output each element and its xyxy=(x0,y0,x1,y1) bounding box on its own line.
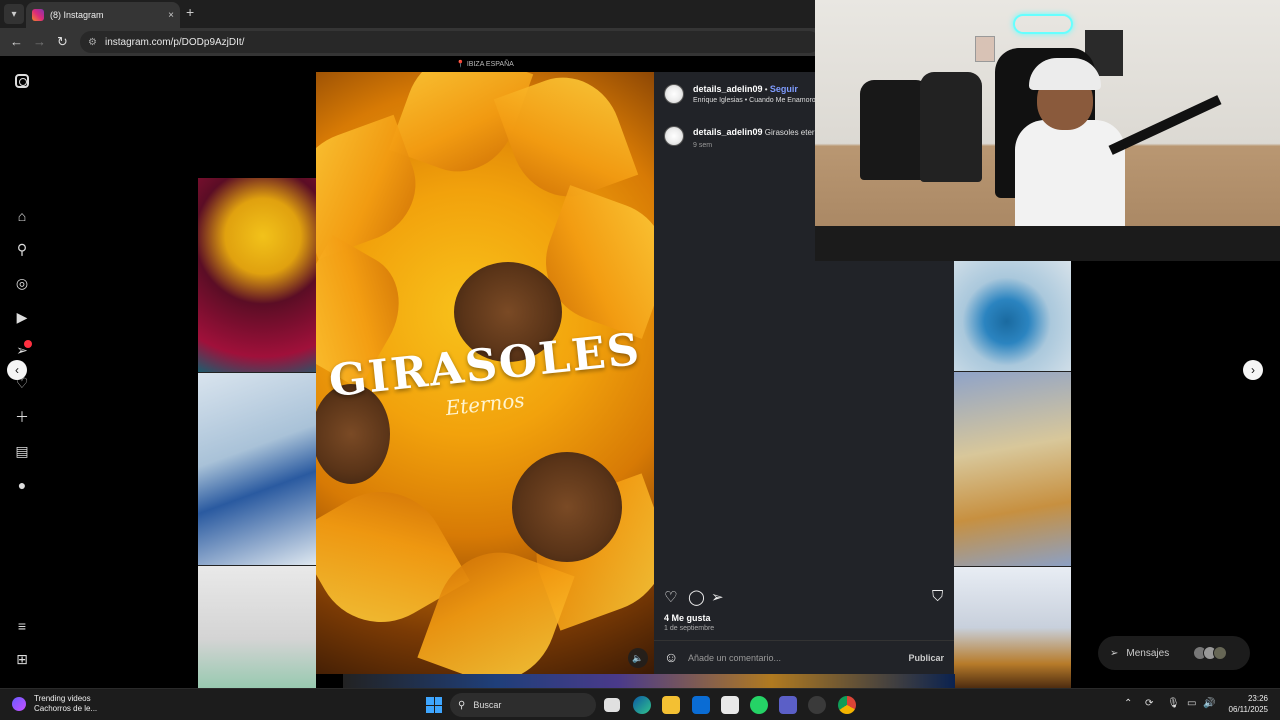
instagram-favicon-icon xyxy=(32,9,44,21)
location-tag[interactable]: 📍 IBIZA ESPAÑA xyxy=(316,60,654,68)
likes-count[interactable]: 4 Me gusta xyxy=(664,613,711,623)
caption-username[interactable]: details_adelin09 xyxy=(693,127,763,137)
grid-icon[interactable]: ⊞ xyxy=(13,650,31,668)
caption-age: 9 sem xyxy=(693,142,713,149)
messages-icon: ➢ xyxy=(1110,647,1119,659)
widget-title: Trending videos xyxy=(34,694,91,703)
windows-taskbar: Trending videos Cachorros de le... ⚲ Bus… xyxy=(0,688,1280,720)
grid-post-blue-globe[interactable] xyxy=(954,261,1071,371)
file-explorer-icon[interactable] xyxy=(662,696,680,714)
home-icon[interactable]: ⌂ xyxy=(13,207,31,225)
grid-post-table[interactable] xyxy=(954,372,1071,566)
compass-icon[interactable]: ◎ xyxy=(13,274,31,292)
post-date: 1 de septiembre xyxy=(664,625,715,632)
reload-icon[interactable]: ↻ xyxy=(57,34,68,50)
chrome-icon[interactable] xyxy=(838,696,856,714)
author-username[interactable]: details_adelin09 xyxy=(693,84,763,94)
comment-row: ☺ Añade un comentario... Publicar xyxy=(654,640,954,674)
edge-icon[interactable] xyxy=(633,696,651,714)
chevron-up-icon[interactable]: ⌃ xyxy=(1124,698,1132,709)
system-clock[interactable]: 23:26 06/11/2025 xyxy=(1229,693,1268,715)
comment-input[interactable]: Añade un comentario... xyxy=(688,653,781,663)
start-windows-icon[interactable] xyxy=(426,697,442,713)
forward-arrow-icon[interactable]: → xyxy=(33,34,46,49)
back-arrow-icon[interactable]: ← xyxy=(10,34,23,49)
whatsapp-icon[interactable] xyxy=(750,696,768,714)
share-icon[interactable]: ➢ xyxy=(711,588,724,606)
audio-track[interactable]: Enrique Iglesias • Cuando Me Enamoro xyxy=(693,97,816,104)
site-settings-icon[interactable]: ⚙ xyxy=(88,37,97,48)
widgets-button[interactable]: Trending videos Cachorros de le... xyxy=(12,694,97,714)
taskbar-search-label: Buscar xyxy=(473,700,502,710)
new-tab-button[interactable]: + xyxy=(186,4,194,20)
obs-icon[interactable] xyxy=(808,696,826,714)
author-avatar[interactable] xyxy=(664,84,684,104)
chart-icon[interactable]: ▤ xyxy=(13,442,31,460)
avatar-icon[interactable]: ● xyxy=(13,476,31,494)
microphone-icon[interactable]: 🎙 xyxy=(1167,698,1180,709)
profile-grid-right xyxy=(954,261,1071,688)
search-icon: ⚲ xyxy=(458,699,466,711)
tab-title: (8) Instagram xyxy=(50,10,104,20)
mail-icon[interactable] xyxy=(721,696,739,714)
taskbar-search[interactable]: ⚲ Buscar xyxy=(450,693,596,717)
profile-grid-bottom xyxy=(343,674,955,688)
caption-avatar[interactable] xyxy=(664,126,684,146)
task-view-icon[interactable] xyxy=(604,698,620,712)
follow-button[interactable]: Seguir xyxy=(770,84,798,94)
previous-post-chevron-icon[interactable]: ‹ xyxy=(7,360,27,380)
plus-icon[interactable]: ＋ xyxy=(13,408,31,426)
mic-arm xyxy=(1108,95,1222,155)
grid-post-blue-decor[interactable] xyxy=(198,373,316,565)
chair-middle xyxy=(920,72,982,182)
tab-search-icon[interactable]: ▾ xyxy=(4,4,24,24)
network-icon[interactable]: ▭ xyxy=(1187,698,1196,709)
next-post-chevron-icon[interactable]: › xyxy=(1243,360,1263,380)
wall-poster xyxy=(975,36,995,62)
tab-instagram[interactable]: (8) Instagram × xyxy=(26,2,180,28)
emoji-icon[interactable]: ☺ xyxy=(664,649,678,665)
outlook-icon[interactable] xyxy=(692,696,710,714)
instagram-logo-icon[interactable] xyxy=(13,72,31,90)
desk xyxy=(815,226,1280,261)
sync-icon[interactable]: ⟳ xyxy=(1145,698,1153,709)
url-text: instagram.com/p/DODp9AzjDIt/ xyxy=(104,36,245,48)
publish-button[interactable]: Publicar xyxy=(908,653,944,663)
messages-avatars xyxy=(1193,646,1228,660)
like-heart-icon[interactable]: ♡ xyxy=(664,588,677,606)
messages-badge xyxy=(24,340,32,348)
widgets-icon xyxy=(12,697,26,711)
reels-icon[interactable]: ▶ xyxy=(13,308,31,326)
grid-post-bottles[interactable] xyxy=(954,567,1071,688)
comment-icon[interactable]: ◯ xyxy=(688,588,705,606)
separator-dot: • xyxy=(764,85,768,94)
mute-icon[interactable]: 🔈 xyxy=(628,648,648,668)
address-bar[interactable]: ⚙ instagram.com/p/DODp9AzjDIt/ xyxy=(80,31,820,53)
menu-icon[interactable]: ≡ xyxy=(13,617,31,635)
webcam-overlay xyxy=(815,0,1280,261)
teams-icon[interactable] xyxy=(779,696,797,714)
volume-icon[interactable]: 🔊 xyxy=(1203,698,1215,709)
clock-date: 06/11/2025 xyxy=(1228,705,1268,714)
profile-grid-left xyxy=(198,178,316,688)
widget-subtitle: Cachorros de le... xyxy=(34,704,98,713)
messages-label: Mensajes xyxy=(1126,647,1170,659)
bookmark-icon[interactable]: ⛉ xyxy=(932,588,943,605)
search-icon[interactable]: ⚲ xyxy=(13,240,31,258)
close-tab-icon[interactable]: × xyxy=(168,10,174,21)
clock-time: 23:26 xyxy=(1247,694,1268,703)
grid-post-balloons[interactable] xyxy=(198,566,316,688)
neon-sign xyxy=(1013,14,1073,34)
grid-post-sunflower[interactable] xyxy=(198,178,316,372)
post-media[interactable]: GIRASOLES Eternos xyxy=(316,72,654,674)
messages-pill[interactable]: ➢ Mensajes xyxy=(1098,636,1250,670)
